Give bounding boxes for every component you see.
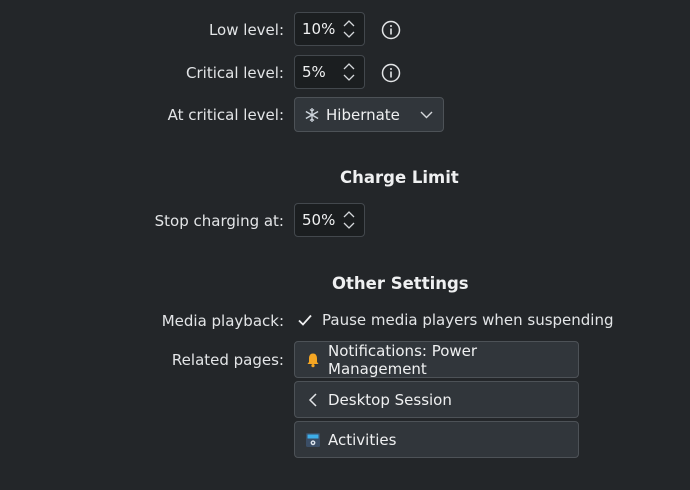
info-icon[interactable] xyxy=(381,63,401,83)
low-level-spinbox[interactable]: 10% xyxy=(294,12,365,46)
spin-arrows[interactable] xyxy=(341,210,358,230)
low-level-value[interactable]: 10% xyxy=(295,20,341,38)
critical-action-label: At critical level: xyxy=(167,106,284,124)
desktop-session-label: Desktop Session xyxy=(328,390,452,409)
chevron-down-icon xyxy=(343,31,355,38)
charge-limit-heading: Charge Limit xyxy=(340,168,459,187)
chevron-down-icon xyxy=(343,74,355,81)
bell-icon xyxy=(305,352,321,368)
critical-action-dropdown[interactable]: Hibernate xyxy=(294,97,444,132)
related-pages-label: Related pages: xyxy=(171,351,284,369)
info-icon[interactable] xyxy=(381,20,401,40)
chevron-up-icon xyxy=(343,20,355,27)
critical-level-label: Critical level: xyxy=(186,64,284,82)
notifications-power-management-button[interactable]: Notifications: Power Management xyxy=(294,341,579,378)
desktop-session-button[interactable]: Desktop Session xyxy=(294,381,579,418)
chevron-left-icon xyxy=(305,392,321,408)
activities-button[interactable]: Activities xyxy=(294,421,579,458)
low-level-label: Low level: xyxy=(208,21,284,39)
critical-action-value: Hibernate xyxy=(326,105,400,124)
other-settings-heading: Other Settings xyxy=(332,274,469,293)
notifications-power-management-label: Notifications: Power Management xyxy=(328,341,478,378)
stop-charging-label: Stop charging at: xyxy=(154,212,284,230)
media-playback-label: Media playback: xyxy=(161,312,284,330)
stop-charging-value[interactable]: 50% xyxy=(295,211,341,229)
critical-level-value[interactable]: 5% xyxy=(295,63,341,81)
pause-media-checkbox-row[interactable]: Pause media players when suspending xyxy=(296,311,614,329)
chevron-down-icon xyxy=(420,111,433,118)
activities-icon xyxy=(305,432,321,448)
chevron-up-icon xyxy=(343,63,355,70)
spin-arrows[interactable] xyxy=(341,19,358,39)
pause-media-checkbox-label[interactable]: Pause media players when suspending xyxy=(322,311,614,329)
spin-arrows[interactable] xyxy=(341,62,358,82)
chevron-down-icon xyxy=(343,222,355,229)
snowflake-icon xyxy=(305,107,319,122)
checkmark-icon[interactable] xyxy=(296,311,314,329)
chevron-up-icon xyxy=(343,211,355,218)
stop-charging-spinbox[interactable]: 50% xyxy=(294,203,365,237)
critical-level-spinbox[interactable]: 5% xyxy=(294,55,365,89)
activities-label: Activities xyxy=(328,430,397,449)
